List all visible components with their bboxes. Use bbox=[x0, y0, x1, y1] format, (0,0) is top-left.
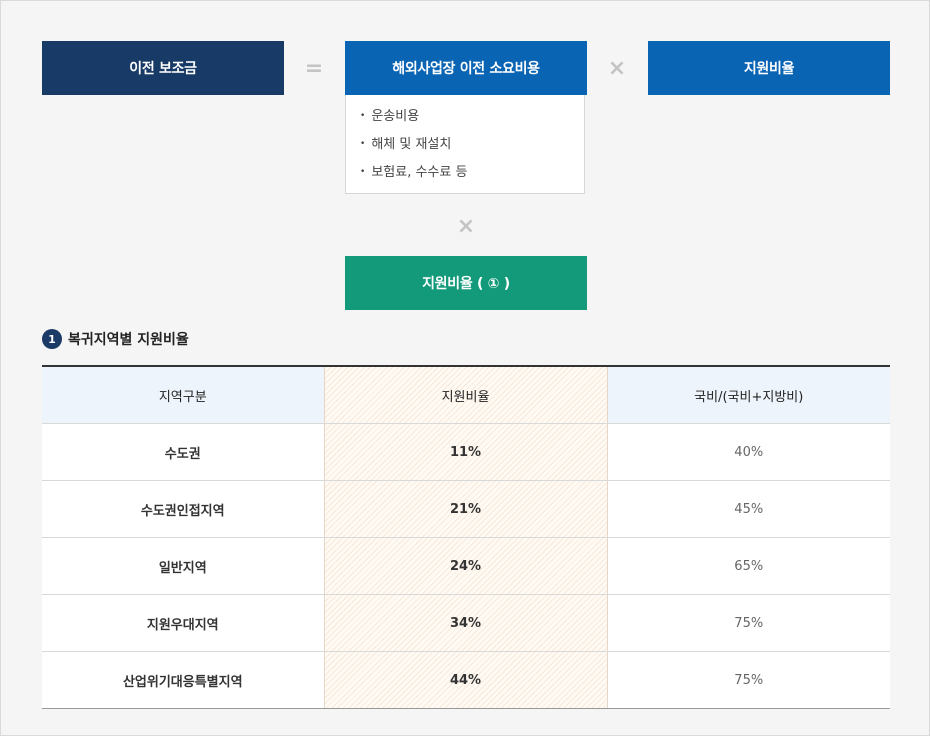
region-cell: 산업위기대응특별지역 bbox=[42, 651, 324, 709]
table-row: 일반지역 24% 65% bbox=[42, 537, 890, 595]
support-rate-ref-box: 지원비율 ( ① ) bbox=[345, 256, 587, 310]
cost-item: 운송비용 bbox=[360, 103, 584, 131]
relocation-cost-box: 해외사업장 이전 소요비용 bbox=[345, 41, 587, 95]
region-cell: 지원우대지역 bbox=[42, 594, 324, 652]
equals-symbol: = bbox=[304, 55, 324, 81]
rate-cell: 34% bbox=[323, 594, 608, 652]
rate-cell: 11% bbox=[323, 423, 608, 481]
relocation-subsidy-label: 이전 보조금 bbox=[129, 61, 197, 77]
multiply-symbol-lower: × bbox=[456, 213, 476, 239]
region-cell: 수도권 bbox=[42, 423, 324, 481]
region-cell: 일반지역 bbox=[42, 537, 324, 595]
ratio-cell: 40% bbox=[607, 423, 890, 481]
rate-cell: 21% bbox=[323, 480, 608, 538]
ratio-cell: 75% bbox=[607, 594, 890, 652]
rate-cell: 24% bbox=[323, 537, 608, 595]
relocation-cost-items: 운송비용 해체 및 재설치 보험료, 수수료 등 bbox=[345, 95, 585, 194]
rate-cell: 44% bbox=[323, 651, 608, 709]
table-row: 수도권인접지역 21% 45% bbox=[42, 480, 890, 538]
header-national-ratio: 국비/(국비+지방비) bbox=[607, 366, 890, 424]
support-rate-ref-label: 지원비율 ( ① ) bbox=[422, 276, 510, 292]
region-cell: 수도권인접지역 bbox=[42, 480, 324, 538]
section-title: 복귀지역별 지원비율 bbox=[68, 332, 189, 348]
ratio-cell: 45% bbox=[607, 480, 890, 538]
table-row: 지원우대지역 34% 75% bbox=[42, 594, 890, 652]
multiply-symbol: × bbox=[607, 55, 627, 81]
equals-sign: = bbox=[299, 53, 329, 83]
cost-item: 보험료, 수수료 등 bbox=[360, 159, 584, 187]
multiply-sign: × bbox=[602, 53, 632, 83]
table-row: 산업위기대응특별지역 44% 75% bbox=[42, 651, 890, 709]
support-rate-table: 지역구분 지원비율 국비/(국비+지방비) 수도권 11% 40% 수도권인접지… bbox=[42, 365, 890, 709]
header-region: 지역구분 bbox=[42, 366, 324, 424]
header-support-rate: 지원비율 bbox=[323, 366, 608, 424]
table-header-row: 지역구분 지원비율 국비/(국비+지방비) bbox=[42, 366, 890, 424]
ratio-cell: 75% bbox=[607, 651, 890, 709]
relocation-cost-label: 해외사업장 이전 소요비용 bbox=[392, 61, 540, 77]
support-rate-box: 지원비율 bbox=[648, 41, 890, 95]
section-heading: 1 복귀지역별 지원비율 bbox=[42, 329, 189, 349]
table-row: 수도권 11% 40% bbox=[42, 423, 890, 481]
support-rate-label: 지원비율 bbox=[743, 61, 795, 77]
relocation-subsidy-box: 이전 보조금 bbox=[42, 41, 284, 95]
ratio-cell: 65% bbox=[607, 537, 890, 595]
section-number-badge: 1 bbox=[42, 329, 62, 349]
diagram-frame: 이전 보조금 = 해외사업장 이전 소요비용 운송비용 해체 및 재설치 보험료… bbox=[0, 0, 930, 736]
multiply-sign-lower: × bbox=[451, 211, 481, 241]
cost-item: 해체 및 재설치 bbox=[360, 131, 584, 159]
